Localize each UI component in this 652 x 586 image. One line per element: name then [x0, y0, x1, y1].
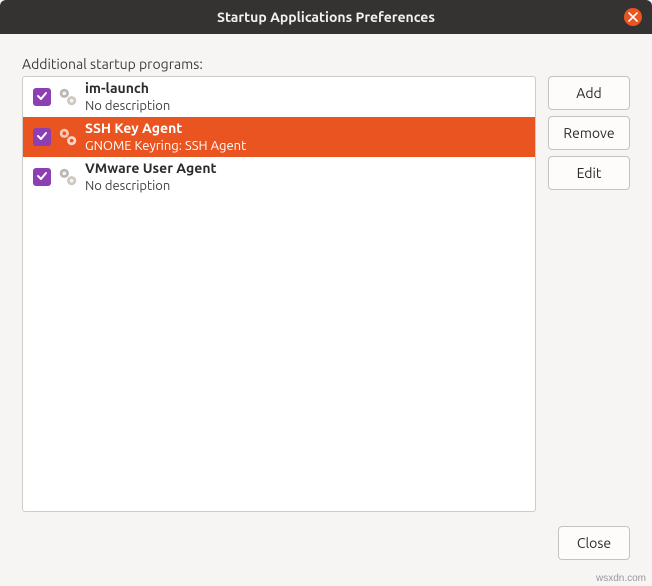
- remove-button[interactable]: Remove: [548, 116, 630, 150]
- titlebar: Startup Applications Preferences: [0, 0, 652, 34]
- footer: Close: [22, 526, 630, 560]
- close-icon: [628, 9, 638, 25]
- check-icon: [36, 89, 48, 105]
- check-icon: [36, 169, 48, 185]
- side-buttons: Add Remove Edit: [548, 76, 630, 512]
- close-window-button[interactable]: [624, 8, 642, 26]
- checkbox[interactable]: [33, 128, 51, 146]
- list-item[interactable]: SSH Key Agent GNOME Keyring: SSH Agent: [23, 117, 535, 157]
- startup-programs-list[interactable]: im-launch No description SSH Key Agent G…: [22, 76, 536, 512]
- section-label: Additional startup programs:: [22, 56, 630, 72]
- item-description: No description: [85, 178, 217, 194]
- item-name: VMware User Agent: [85, 160, 217, 178]
- gears-icon: [57, 126, 79, 148]
- content-area: Additional startup programs: im-launch N…: [0, 34, 652, 586]
- item-description: GNOME Keyring: SSH Agent: [85, 138, 246, 154]
- edit-button[interactable]: Edit: [548, 156, 630, 190]
- item-name: im-launch: [85, 80, 170, 98]
- close-button[interactable]: Close: [558, 526, 630, 560]
- checkbox[interactable]: [33, 88, 51, 106]
- checkbox[interactable]: [33, 168, 51, 186]
- window-title: Startup Applications Preferences: [217, 9, 435, 25]
- item-name: SSH Key Agent: [85, 120, 246, 138]
- check-icon: [36, 129, 48, 145]
- gears-icon: [57, 166, 79, 188]
- watermark: wsxdn.com: [596, 573, 646, 584]
- add-button[interactable]: Add: [548, 76, 630, 110]
- list-item[interactable]: im-launch No description: [23, 77, 535, 117]
- list-item[interactable]: VMware User Agent No description: [23, 157, 535, 197]
- gears-icon: [57, 86, 79, 108]
- item-description: No description: [85, 98, 170, 114]
